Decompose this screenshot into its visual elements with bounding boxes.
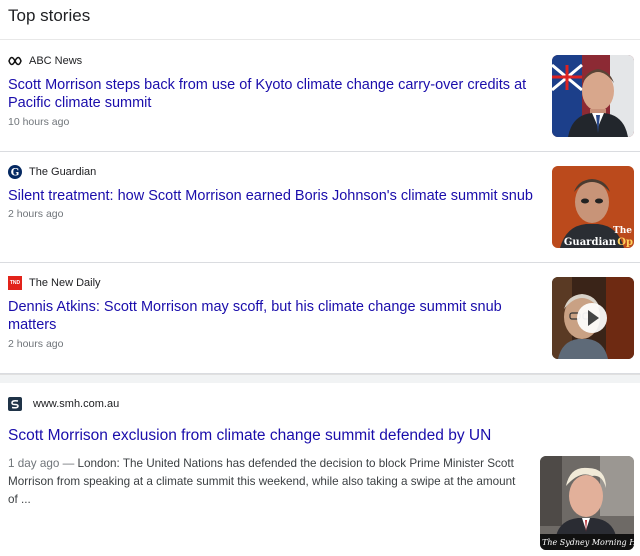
the-guardian-logo-icon: G: [8, 165, 22, 179]
story-time: 2 hours ago: [8, 338, 64, 350]
result-separator: —: [59, 457, 78, 470]
svg-text:G: G: [11, 168, 20, 179]
thumb-overlay-text: Op: [617, 237, 633, 248]
result-snippet: 1 day ago — London: The United Nations h…: [8, 455, 528, 509]
story-headline-link[interactable]: Scott Morrison steps back from use of Ky…: [8, 76, 543, 112]
story-card-tnd[interactable]: TND The New Daily Dennis Atkins: Scott M…: [0, 263, 640, 374]
story-headline-link[interactable]: Silent treatment: how Scott Morrison ear…: [8, 187, 543, 205]
source-name: The New Daily: [29, 277, 101, 289]
story-time: 10 hours ago: [8, 116, 70, 128]
story-card-guardian[interactable]: G The Guardian Silent treatment: how Sco…: [0, 152, 640, 263]
source-name: The Guardian: [29, 166, 97, 178]
the-new-daily-logo-icon: TND: [8, 276, 22, 290]
story-thumbnail[interactable]: [552, 55, 634, 137]
section-title: Top stories: [8, 6, 91, 25]
source-name: ABC News: [29, 55, 83, 67]
result-source: www.smh.com.au: [8, 397, 119, 411]
thumb-overlay-text: The Sydney Morning Hera: [542, 538, 634, 547]
story-source: G The Guardian: [8, 165, 96, 179]
result-time: 1 day ago: [8, 457, 60, 470]
scott-morrison-portrait: [552, 55, 634, 137]
story-card-abc[interactable]: ABC News Scott Morrison steps back from …: [0, 41, 640, 152]
boris-johnson-portrait: The Sydney Morning Hera: [540, 456, 634, 550]
dennis-atkins-video: [552, 277, 634, 359]
top-stories-header: Top stories: [0, 0, 640, 40]
section-separator: [0, 374, 640, 383]
smh-logo-icon: [8, 397, 22, 411]
scott-morrison-guardian-opinion: The Guardian Op: [552, 166, 634, 248]
story-headline-link[interactable]: Dennis Atkins: Scott Morrison may scoff,…: [8, 298, 543, 334]
result-snippet-text: London: The United Nations has defended …: [8, 457, 516, 506]
result-thumbnail[interactable]: The Sydney Morning Hera: [540, 456, 634, 550]
play-icon[interactable]: [577, 303, 607, 333]
result-headline-link[interactable]: Scott Morrison exclusion from climate ch…: [8, 427, 491, 445]
web-result-smh[interactable]: www.smh.com.au Scott Morrison exclusion …: [0, 383, 640, 556]
story-thumbnail[interactable]: The Guardian Op: [552, 166, 634, 248]
thumb-overlay-text: Guardian: [564, 237, 617, 248]
abc-news-logo-icon: [8, 54, 22, 68]
thumb-overlay-text: The: [613, 226, 632, 236]
result-url: www.smh.com.au: [33, 398, 120, 410]
story-thumbnail[interactable]: [552, 277, 634, 359]
story-time: 2 hours ago: [8, 208, 64, 220]
story-source: TND The New Daily: [8, 276, 101, 290]
story-source: ABC News: [8, 54, 82, 68]
